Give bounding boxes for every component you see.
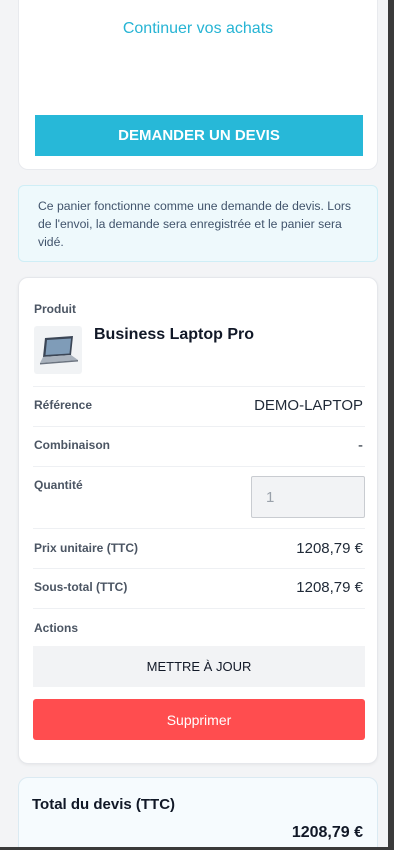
quantity-input[interactable] [251, 476, 365, 518]
quote-info-notice: Ce panier fonctionne comme une demande d… [18, 185, 378, 262]
window-frame-edge [388, 0, 394, 850]
divider [33, 386, 365, 387]
delete-button[interactable]: Supprimer [33, 699, 365, 740]
update-button[interactable]: METTRE À JOUR [33, 646, 365, 687]
subtotal-value: 1208,79 € [296, 579, 363, 596]
product-name[interactable]: Business Laptop Pro [94, 326, 254, 344]
laptop-icon [40, 336, 78, 365]
divider [33, 608, 365, 609]
unit-price-value: 1208,79 € [296, 540, 363, 557]
unit-price-label: Prix unitaire (TTC) [34, 541, 139, 555]
subtotal-label: Sous-total (TTC) [34, 580, 128, 594]
quote-info-text: Ce panier fonctionne comme une demande d… [38, 199, 352, 249]
cart-summary-card: Continuer vos achats DEMANDER UN DEVIS [18, 0, 378, 170]
quantity-label: Quantité [34, 478, 83, 492]
quote-total-card: Total du devis (TTC) 1208,79 € [18, 777, 378, 850]
total-label: Total du devis (TTC) [32, 796, 176, 813]
reference-label: Référence [34, 398, 93, 412]
divider [33, 528, 365, 529]
divider [33, 426, 365, 427]
reference-value: DEMO-LAPTOP [254, 397, 363, 414]
continue-shopping-link[interactable]: Continuer vos achats [19, 20, 377, 38]
product-thumbnail[interactable] [34, 326, 82, 374]
cart-item-card: Produit Business Laptop Pro Référence DE… [18, 277, 378, 764]
divider [33, 568, 365, 569]
actions-label: Actions [34, 621, 79, 635]
request-quote-button[interactable]: DEMANDER UN DEVIS [35, 115, 363, 156]
divider [33, 466, 365, 467]
combination-label: Combinaison [34, 438, 111, 452]
total-value: 1208,79 € [291, 824, 363, 841]
combination-value: - [358, 437, 363, 454]
product-label: Produit [34, 302, 76, 316]
